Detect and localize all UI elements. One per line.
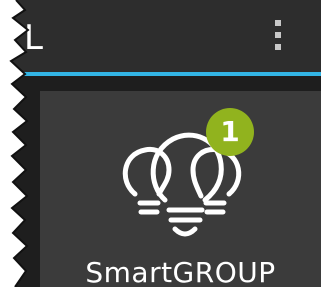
smartgroup-label: SmartGROUP [85,256,276,287]
notification-badge: 1 [206,108,254,156]
overflow-dot-middle [275,32,281,38]
left-bulb-outline [122,146,172,197]
overflow-menu-icon[interactable] [270,16,286,56]
torn-paper-edge [0,0,30,287]
overflow-dot-top [275,20,281,26]
screen: L 1 SmartGROUP [0,0,321,287]
app-bar: L [0,0,321,72]
center-bulb-tip [172,226,198,237]
overflow-dot-bottom [275,44,281,50]
